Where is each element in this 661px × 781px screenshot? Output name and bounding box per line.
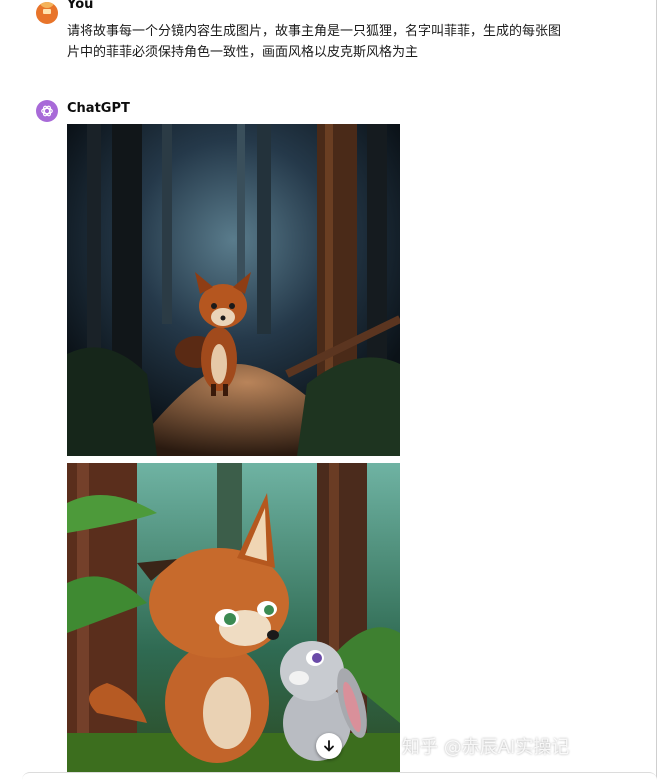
- openai-logo-icon: [41, 105, 53, 117]
- download-button[interactable]: [316, 733, 342, 759]
- window-border: [656, 0, 657, 780]
- user-avatar: [36, 2, 58, 24]
- watermark: 知乎 @赤辰AI实操记: [402, 737, 570, 758]
- assistant-name: ChatGPT: [67, 101, 130, 116]
- user-message-line-1: 请将故事每一个分镜内容生成图片，故事主角是一只狐狸，名字叫菲菲，生成的每张图: [67, 24, 562, 39]
- user-message: 请将故事每一个分镜内容生成图片，故事主角是一只狐狸，名字叫菲菲，生成的每张图 片…: [67, 21, 587, 63]
- image-fox-and-rabbit: [67, 463, 400, 777]
- generated-image-2[interactable]: [67, 463, 400, 777]
- download-arrow-icon: [324, 740, 334, 752]
- image-fox-dark-forest: [67, 124, 400, 456]
- user-message-line-2: 片中的菲菲必须保持角色一致性，画面风格以皮克斯风格为主: [67, 45, 419, 60]
- generated-image-1[interactable]: [67, 124, 400, 456]
- chatgpt-avatar: [36, 100, 58, 122]
- user-name: You: [67, 0, 94, 12]
